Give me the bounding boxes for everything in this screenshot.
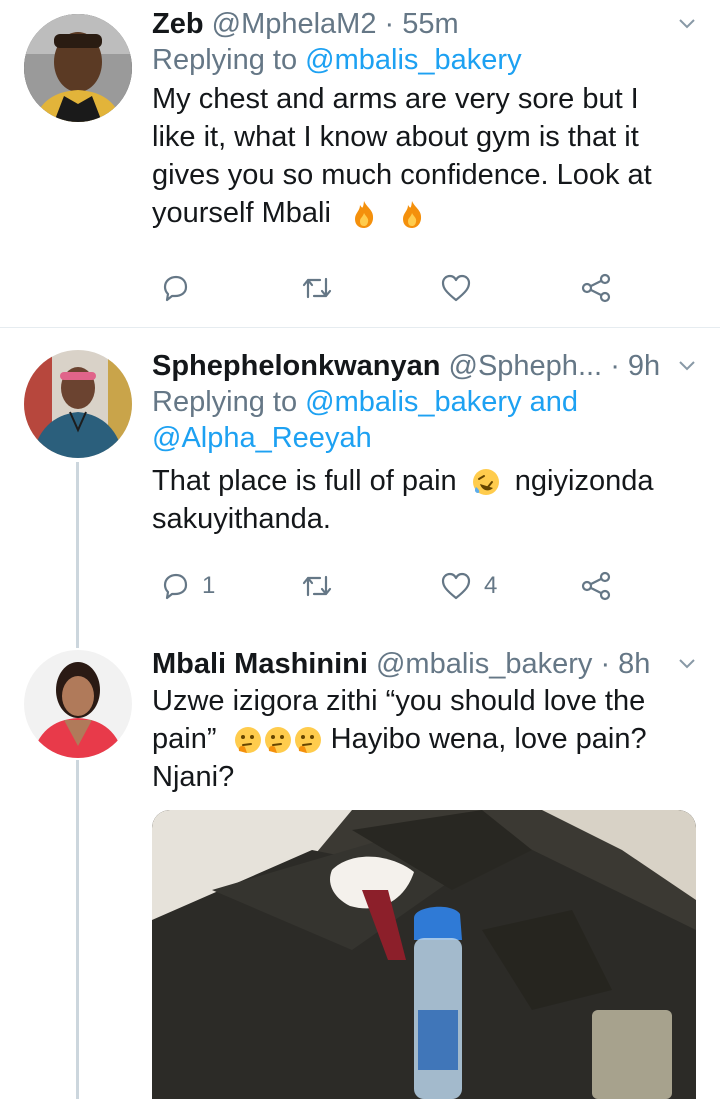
avatar-mbali-mashinini[interactable]: [24, 650, 132, 758]
tweet-text-line: gives you so much confidence. Look at: [152, 159, 652, 191]
chevron-down-icon[interactable]: [678, 356, 696, 374]
reply-icon: [163, 573, 188, 600]
retweet-button[interactable]: [300, 266, 334, 310]
fire-emoji-icon: [354, 201, 374, 229]
mention-link[interactable]: @mbalis_bakery: [305, 386, 521, 418]
tweet-header: Mbali Mashinini @mbalis_bakery · 8h: [152, 646, 696, 682]
tweet-zeb[interactable]: Zeb @MphelaM2 · 55m Replying to @mbalis_…: [0, 0, 720, 327]
replying-to-and: and: [529, 386, 579, 418]
reply-button[interactable]: [160, 266, 190, 310]
timestamp[interactable]: · 9h: [610, 350, 660, 382]
tweet-media-image[interactable]: [152, 810, 696, 1099]
thinking-face-emoji-icon: [294, 727, 321, 754]
share-icon: [581, 273, 611, 303]
chevron-down-icon[interactable]: [678, 14, 696, 32]
tweet-text: That place is full of pain ngiyizonda sa…: [152, 462, 696, 538]
replying-to-label: Replying to: [152, 386, 298, 418]
tweet-text-line: My chest and arms are very sore but I: [152, 83, 639, 115]
tweet-text-fragment: yourself Mbali: [152, 197, 331, 229]
thinking-face-emoji-icon: [234, 727, 261, 754]
tweet-text-fragment: pain”: [152, 723, 217, 755]
retweet-icon: [302, 277, 332, 299]
like-button[interactable]: 4: [440, 564, 497, 608]
share-button[interactable]: [580, 266, 612, 310]
like-button[interactable]: [440, 266, 472, 310]
thinking-face-emoji-icon: [264, 727, 291, 754]
rolling-laughing-emoji-icon: [472, 469, 499, 496]
mention-link[interactable]: @Alpha_Reeyah: [152, 422, 372, 454]
handle[interactable]: @MphelaM2: [212, 8, 377, 40]
tweet-text-fragment: Hayibo wena, love pain?: [330, 723, 647, 755]
fire-emoji-icon: [403, 201, 422, 229]
tweet-actions: [152, 266, 622, 310]
avatar-sphephelonkwanyan[interactable]: [24, 350, 132, 458]
tweet-header: Sphephelonkwanyan @Spheph... · 9h: [152, 348, 696, 384]
replying-to: Replying to @mbalis_bakery: [152, 42, 696, 78]
like-count: 4: [484, 572, 498, 599]
tweet-text: My chest and arms are very sore but I li…: [152, 80, 696, 232]
retweet-icon: [302, 575, 332, 597]
display-name[interactable]: Zeb: [152, 8, 204, 40]
handle[interactable]: @mbalis_bakery: [376, 648, 592, 680]
share-icon: [581, 571, 611, 601]
reply-icon: [163, 275, 188, 302]
tweet-text-line: That place is full of pain ngiyizonda: [152, 462, 696, 500]
tweet-text: Uzwe izigora zithi “you should love the …: [152, 682, 696, 796]
tweet-text-line: like it, what I know about gym is that i…: [152, 121, 639, 153]
replying-to-label: Replying to: [152, 44, 298, 76]
handle[interactable]: @Spheph...: [449, 350, 603, 382]
tweet-text-fragment: That place is full of pain: [152, 465, 457, 497]
tweet-text-line: pain” Hayibo wena, love pain?: [152, 720, 696, 758]
avatar-zeb[interactable]: [24, 14, 132, 122]
reply-button[interactable]: 1: [160, 564, 215, 608]
tweet-text-fragment: ngiyizonda: [514, 465, 654, 497]
reply-count: 1: [202, 572, 216, 599]
replying-to: Replying to @mbalis_bakery and @Alpha_Re…: [152, 384, 696, 456]
tweet-text-line: sakuyithanda.: [152, 503, 331, 535]
tweet-actions: 1 4: [152, 564, 622, 608]
tweet-sphephelonkwanyan[interactable]: Sphephelonkwanyan @Spheph... · 9h Replyi…: [0, 328, 720, 638]
tweet-header: Zeb @MphelaM2 · 55m: [152, 6, 696, 42]
share-button[interactable]: [580, 564, 612, 608]
timestamp[interactable]: · 8h: [600, 648, 650, 680]
retweet-button[interactable]: [300, 564, 334, 608]
mention-link[interactable]: @mbalis_bakery: [305, 44, 521, 76]
tweet-text-line: yourself Mbali: [152, 194, 696, 232]
display-name[interactable]: Sphephelonkwanyan: [152, 350, 440, 382]
display-name[interactable]: Mbali Mashinini: [152, 648, 368, 680]
tweet-text-line: Uzwe izigora zithi “you should love the: [152, 685, 646, 717]
heart-icon: [441, 572, 471, 600]
chevron-down-icon[interactable]: [678, 654, 696, 672]
tweet-text-line: Njani?: [152, 761, 235, 793]
timestamp[interactable]: · 55m: [385, 8, 459, 40]
heart-icon: [441, 274, 471, 302]
